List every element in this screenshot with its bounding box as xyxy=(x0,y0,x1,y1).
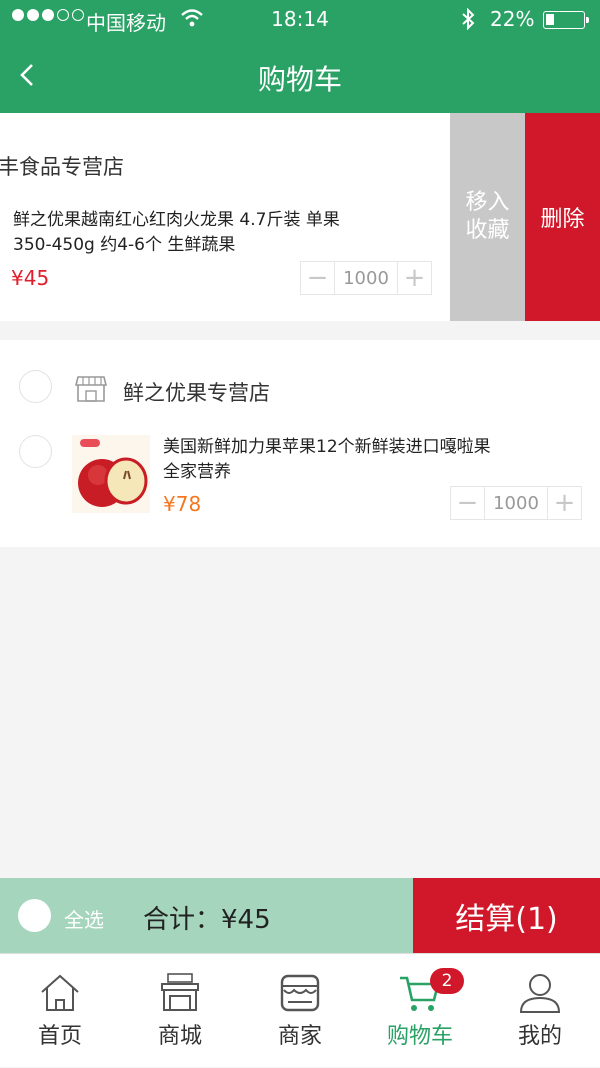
quantity-value[interactable]: 1000 xyxy=(334,262,398,294)
store-name[interactable]: 鲜之优果专营店 xyxy=(123,377,270,407)
select-all-label[interactable]: 全选 xyxy=(64,904,104,933)
store-select-checkbox[interactable] xyxy=(19,370,52,403)
store-icon xyxy=(280,974,320,1012)
move-to-favorites-button[interactable]: 移入 收藏 xyxy=(450,113,525,321)
delete-label: 删除 xyxy=(540,207,585,232)
delete-button[interactable]: 删除 xyxy=(525,113,600,321)
store-card: 丰食品专营店 鲜之优果越南红心红肉火龙果 4.7斤装 单果350-450g 约4… xyxy=(0,113,600,321)
checkout-bar: 全选 合计：¥45 结算(1) xyxy=(0,878,600,953)
store-card: 鲜之优果专营店 美国新鲜加力果苹果12个新鲜装进口嘎啦果全家营养 ¥78 − 1… xyxy=(0,340,600,547)
plus-button[interactable]: + xyxy=(398,262,431,294)
tab-stores[interactable]: 商家 xyxy=(240,954,360,1068)
store-name[interactable]: 丰食品专营店 xyxy=(0,151,124,181)
minus-button[interactable]: − xyxy=(451,487,484,519)
tab-mall[interactable]: 商城 xyxy=(120,954,240,1068)
mall-icon xyxy=(161,973,199,1011)
tab-label: 商城 xyxy=(157,1024,202,1049)
user-icon xyxy=(519,974,561,1013)
tab-profile[interactable]: 我的 xyxy=(480,954,600,1068)
minus-button[interactable]: − xyxy=(301,262,334,294)
move-to-favorites-label: 移入 收藏 xyxy=(465,190,510,243)
product-thumbnail[interactable] xyxy=(72,435,150,513)
battery-icon xyxy=(543,11,589,29)
quantity-stepper: − 1000 + xyxy=(300,261,432,295)
battery-percent: 22% xyxy=(490,7,535,31)
page-title: 购物车 xyxy=(257,63,342,96)
tab-label: 首页 xyxy=(37,1024,82,1049)
product-name[interactable]: 鲜之优果越南红心红肉火龙果 4.7斤装 单果350-450g 约4-6个 生鲜蔬… xyxy=(13,208,343,258)
quantity-value[interactable]: 1000 xyxy=(484,487,548,519)
quantity-stepper: − 1000 + xyxy=(450,486,582,520)
tab-cart[interactable]: 购物车 xyxy=(360,954,480,1068)
tab-label: 商家 xyxy=(277,1024,322,1049)
item-select-checkbox[interactable] xyxy=(19,435,52,468)
product-name[interactable]: 美国新鲜加力果苹果12个新鲜装进口嘎啦果全家营养 xyxy=(163,435,493,485)
cart-count-badge: 2 xyxy=(430,968,464,994)
storefront-icon xyxy=(75,376,107,402)
top-bar: 中国移动 18:14 22% 购物车 xyxy=(0,0,600,113)
status-bar: 中国移动 18:14 22% xyxy=(0,0,600,40)
tab-label: 我的 xyxy=(517,1024,562,1049)
product-price: ¥78 xyxy=(163,492,202,516)
bluetooth-icon xyxy=(462,8,475,30)
home-icon xyxy=(41,974,79,1011)
total-price: 合计：¥45 xyxy=(143,905,271,935)
checkout-button[interactable]: 结算(1) xyxy=(413,878,600,953)
tab-home[interactable]: 首页 xyxy=(0,954,120,1068)
nav-bar: 购物车 xyxy=(0,40,600,113)
product-price: ¥45 xyxy=(11,266,50,290)
select-all-checkbox[interactable] xyxy=(18,899,51,932)
plus-button[interactable]: + xyxy=(548,487,581,519)
tab-label: 购物车 xyxy=(386,1024,453,1049)
tab-bar: 首页 商城 商家 购物车 我的 xyxy=(0,953,600,1067)
